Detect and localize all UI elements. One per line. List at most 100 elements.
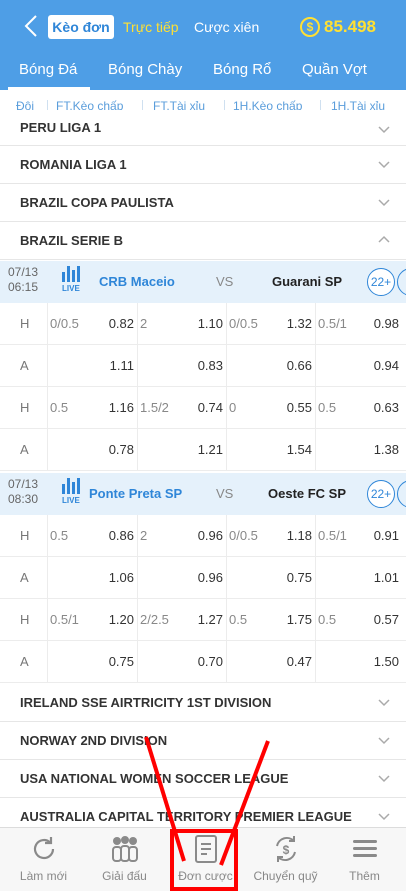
match-date: 07/13 [8, 265, 39, 279]
odds-value[interactable]: 0.55 [272, 400, 312, 415]
chevron-down-icon [378, 126, 390, 134]
league-row[interactable]: USA NATIONAL WOMEN SOCCER LEAGUE [0, 760, 406, 798]
nav-tournaments[interactable]: Giải đấu [84, 828, 165, 891]
odds-value[interactable]: 1.21 [183, 442, 223, 457]
league-name: NORWAY 2ND DIVISION [20, 733, 168, 748]
odds-value[interactable]: 0.74 [183, 400, 223, 415]
odds-value[interactable]: 1.50 [359, 654, 399, 669]
divider [47, 387, 48, 429]
odds-value[interactable]: 1.27 [183, 612, 223, 627]
odds-value[interactable]: 1.06 [94, 570, 134, 585]
odds-value[interactable]: 1.10 [183, 316, 223, 331]
odds-value[interactable]: 0.94 [359, 358, 399, 373]
odds-value[interactable]: 0.98 [359, 316, 399, 331]
chevron-down-icon [378, 737, 390, 745]
stats-button[interactable] [397, 268, 406, 296]
league-row-expanded[interactable]: BRAZIL SERIE B [0, 222, 406, 260]
handicap-value: 1.5/2 [140, 400, 169, 415]
odds-value[interactable]: 0.82 [94, 316, 134, 331]
nav-transfer-funds[interactable]: $ Chuyển quỹ [245, 828, 326, 891]
sport-tab-basketball[interactable]: Bóng Rổ [213, 61, 271, 78]
league-row[interactable]: BRAZIL COPA PAULISTA [0, 184, 406, 222]
odds-value[interactable]: 0.70 [183, 654, 223, 669]
sport-tab-tennis[interactable]: Quần Vợt [302, 61, 367, 78]
odds-value[interactable]: 0.57 [359, 612, 399, 627]
tab-live[interactable]: Trực tiếp [123, 15, 179, 39]
back-arrow-icon[interactable] [24, 14, 38, 38]
more-markets-button[interactable]: 22+ [367, 480, 395, 508]
stats-button[interactable] [397, 480, 406, 508]
nav-bet-slip[interactable]: Đơn cược [165, 828, 246, 891]
odds-value[interactable]: 0.86 [94, 528, 134, 543]
odds-value[interactable]: 1.20 [94, 612, 134, 627]
divider [137, 641, 138, 683]
tab-single-bet[interactable]: Kèo đơn [48, 15, 114, 39]
chevron-up-icon [378, 235, 390, 243]
tab-parlay[interactable]: Cược xiên [194, 15, 259, 39]
odds-value[interactable]: 1.16 [94, 400, 134, 415]
odds-value[interactable]: 0.66 [272, 358, 312, 373]
league-row[interactable]: PERU LIGA 1 [0, 110, 406, 146]
odds-row: A 1.11 0.83 0.66 0.94 [0, 345, 406, 387]
sport-tab-baseball[interactable]: Bóng Chày [108, 61, 182, 78]
row-label: H [20, 400, 30, 415]
divider [315, 303, 316, 345]
odds-value[interactable]: 1.01 [359, 570, 399, 585]
league-row[interactable]: IRELAND SSE AIRTRICITY 1ST DIVISION [0, 684, 406, 722]
odds-value[interactable]: 1.11 [94, 358, 134, 373]
odds-value[interactable]: 1.54 [272, 442, 312, 457]
divider [47, 345, 48, 387]
odds-value[interactable]: 0.78 [94, 442, 134, 457]
divider [137, 557, 138, 599]
divider [137, 515, 138, 557]
odds-value[interactable]: 1.75 [272, 612, 312, 627]
odds-value[interactable]: 0.91 [359, 528, 399, 543]
odds-value[interactable]: 0.83 [183, 358, 223, 373]
handicap-value: 0.5 [229, 612, 248, 627]
odds-value[interactable]: 0.96 [183, 528, 223, 543]
more-markets-button[interactable]: 22+ [367, 268, 395, 296]
row-label: H [20, 612, 30, 627]
odds-row: H 0.5 0.86 2 0.96 0/0.5 1.18 0.5/1 0.91 [0, 515, 406, 557]
divider [47, 557, 48, 599]
odds-value[interactable]: 1.18 [272, 528, 312, 543]
odds-value[interactable]: 0.96 [183, 570, 223, 585]
chevron-down-icon [378, 813, 390, 821]
live-icon[interactable]: LIVE [62, 478, 82, 505]
odds-value[interactable]: 0.75 [272, 570, 312, 585]
league-name: USA NATIONAL WOMEN SOCCER LEAGUE [20, 771, 289, 786]
coin-icon: $ [300, 17, 320, 37]
odds-row: H 0.5 1.16 1.5/2 0.74 0 0.55 0.5 0.63 [0, 387, 406, 429]
odds-row: A 0.75 0.70 0.47 1.50 [0, 641, 406, 683]
handicap-value: 0/0.5 [229, 528, 258, 543]
odds-row: A 1.06 0.96 0.75 1.01 [0, 557, 406, 599]
nav-more[interactable]: Thêm [324, 828, 405, 891]
nav-label: Thêm [349, 869, 380, 883]
menu-icon [353, 840, 377, 857]
divider [315, 599, 316, 641]
home-team: CRB Maceio [99, 274, 175, 289]
divider [315, 557, 316, 599]
match-header: 07/13 08:30 LIVE Ponte Preta SP VS Oeste… [0, 473, 406, 515]
league-row[interactable]: ROMANIA LIGA 1 [0, 146, 406, 184]
nav-label: Làm mới [19, 869, 68, 883]
live-icon[interactable]: LIVE [62, 266, 82, 293]
odds-value[interactable]: 1.38 [359, 442, 399, 457]
divider [226, 557, 227, 599]
match-datetime: 07/13 06:15 [8, 265, 38, 295]
league-row[interactable]: NORWAY 2ND DIVISION [0, 722, 406, 760]
nav-refresh[interactable]: Làm mới [3, 828, 84, 891]
handicap-value: 0.5 [318, 400, 337, 415]
odds-value[interactable]: 0.47 [272, 654, 312, 669]
handicap-value: 0.5 [318, 612, 337, 627]
odds-value[interactable]: 1.32 [272, 316, 312, 331]
odds-value[interactable]: 0.63 [359, 400, 399, 415]
divider [315, 429, 316, 471]
odds-value[interactable]: 0.75 [94, 654, 134, 669]
handicap-value: 0/0.5 [229, 316, 258, 331]
league-name: ROMANIA LIGA 1 [20, 157, 127, 172]
handicap-value: 0.5/1 [318, 316, 347, 331]
sport-tab-football[interactable]: Bóng Đá [19, 61, 77, 78]
match-header: 07/13 06:15 LIVE CRB Maceio VS Guarani S… [0, 261, 406, 303]
divider [315, 641, 316, 683]
